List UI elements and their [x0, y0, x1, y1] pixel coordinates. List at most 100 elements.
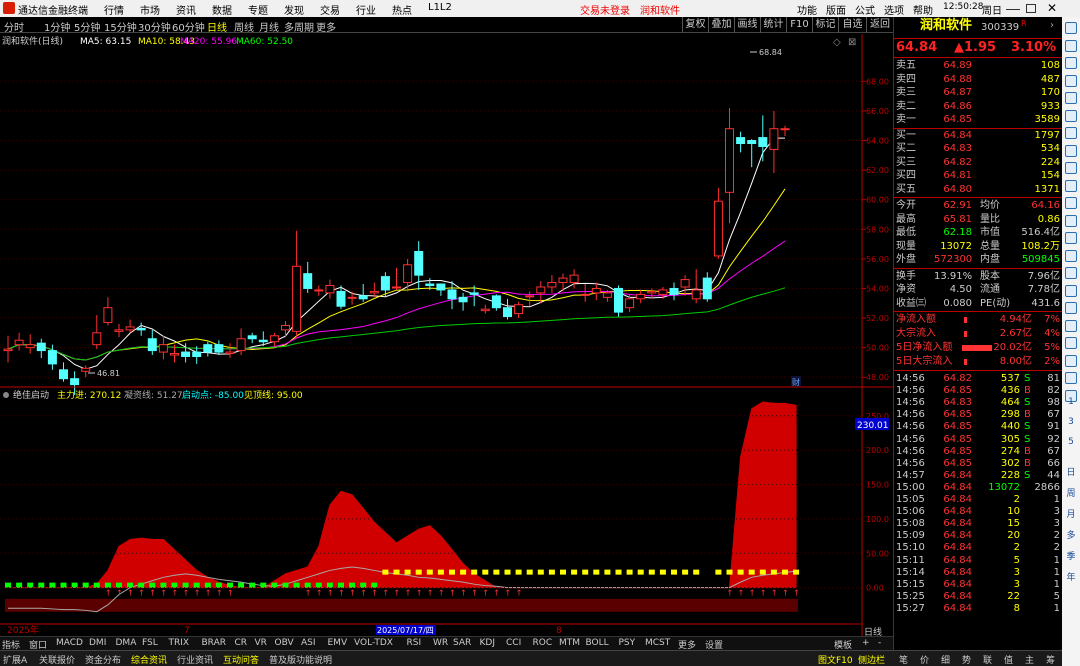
candle-body[interactable]	[358, 295, 368, 300]
candle-body[interactable]	[47, 350, 57, 365]
indicator-tab-9[interactable]: VR	[255, 638, 267, 648]
quote-tab-2[interactable]: 细	[941, 653, 950, 666]
candle-body[interactable]	[103, 307, 113, 323]
candle-body[interactable]	[691, 289, 701, 300]
indicator-tab-15[interactable]: WR	[433, 638, 448, 648]
candle-body[interactable]	[247, 335, 257, 340]
candle-body[interactable]	[636, 293, 646, 300]
candle-body[interactable]	[503, 307, 512, 318]
menu-l1l2[interactable]: L1L2	[428, 2, 452, 13]
menu-layout[interactable]: 版面	[826, 2, 846, 17]
menu-function[interactable]: 功能	[797, 2, 817, 17]
list-icon[interactable]	[1065, 127, 1077, 139]
overlay-button[interactable]: 叠加	[708, 17, 734, 33]
candle-body[interactable]	[192, 351, 202, 358]
quote-tab-6[interactable]: 主	[1025, 653, 1034, 666]
period-30min[interactable]: 30分钟	[138, 19, 171, 34]
candle-body[interactable]	[580, 293, 590, 296]
period-daily[interactable]: 日线	[207, 19, 227, 34]
forward-icon[interactable]	[1065, 39, 1077, 52]
calc-icon[interactable]	[1065, 144, 1077, 157]
candle-body[interactable]	[380, 276, 390, 291]
period-monthly[interactable]: 月线	[259, 19, 279, 34]
candle-body[interactable]	[236, 338, 246, 352]
quote-tab-3[interactable]: 势	[962, 653, 971, 666]
candle-body[interactable]	[158, 344, 168, 353]
candle-body[interactable]	[558, 277, 568, 284]
candle-body[interactable]	[525, 295, 535, 298]
bottom-link-5[interactable]: 互动问答	[223, 653, 259, 666]
bottom-link-4[interactable]: 行业资讯	[177, 653, 213, 666]
candle-body[interactable]	[70, 378, 80, 386]
candle-body[interactable]	[125, 326, 135, 331]
side-period-2[interactable]: 月	[1062, 507, 1080, 520]
candle-body[interactable]	[536, 286, 546, 294]
indicator-tab-10[interactable]: OBV	[275, 638, 294, 648]
candle-body[interactable]	[225, 351, 235, 355]
menu-help[interactable]: 帮助	[913, 2, 933, 17]
indicator-tab-11[interactable]: ASI	[301, 638, 316, 648]
watchlist-button[interactable]: 自选	[838, 17, 866, 33]
menu-industry[interactable]: 行业	[356, 2, 376, 17]
candle-body[interactable]	[3, 348, 13, 352]
candle-body[interactable]	[602, 292, 612, 298]
side-period-4[interactable]: 季	[1062, 549, 1080, 562]
candle-body[interactable]	[458, 296, 468, 303]
candle-body[interactable]	[303, 273, 313, 289]
candle-body[interactable]	[491, 295, 501, 309]
candle-body[interactable]	[136, 327, 146, 331]
quote-tab-7[interactable]: 筹	[1046, 653, 1055, 666]
candle-body[interactable]	[758, 137, 768, 147]
chart-collapse-icon[interactable]: ◇	[833, 37, 841, 48]
tab-right-2[interactable]: -	[878, 638, 881, 648]
indicator-tab-16[interactable]: SAR	[453, 638, 471, 648]
indicator-tab-14[interactable]: RSI	[407, 638, 422, 648]
indicator-tab-12[interactable]: EMV	[328, 638, 348, 648]
candle-body[interactable]	[647, 290, 657, 294]
bottom-link-2[interactable]: 资金分布	[85, 653, 121, 666]
candle-body[interactable]	[147, 338, 157, 352]
period-multi[interactable]: 多周期	[284, 19, 314, 34]
back-button[interactable]: 返回	[866, 17, 893, 33]
candle-body[interactable]	[591, 287, 601, 294]
candle-body[interactable]	[436, 283, 446, 291]
f10-button[interactable]: F10	[786, 17, 812, 33]
indicator-tab-19[interactable]: ROC	[533, 638, 553, 648]
candle-body[interactable]	[680, 279, 690, 288]
kline-chart-area[interactable]: ↑ ↑ ↑ ↑ ↑ ↑ ↑ ↑ ↑ ↑ ↑ ↑ ↑ ↑ ↑ ↑ ↑ ↑ ↑ ↑ ↑ ↑ ↑ ↑ ↑ ↑ ↑ ↑ ↑ ↑ ↑ ↑ ↑ ↑ ↑ ↑ ↑ ↑ ↑ …	[0, 34, 893, 636]
chart-close-icon[interactable]: ⊠	[848, 37, 856, 48]
candle-body[interactable]	[747, 140, 757, 145]
maximize-icon[interactable]	[1026, 4, 1036, 13]
candle-body[interactable]	[669, 287, 679, 295]
indicator-tab-2[interactable]: MACD	[56, 638, 83, 648]
back-icon[interactable]	[1065, 22, 1077, 34]
stock-link[interactable]: 润和软件	[640, 2, 680, 17]
period-weekly[interactable]: 周线	[234, 19, 254, 34]
indicator-tab-3[interactable]: DMI	[89, 638, 106, 648]
period-minute-chart[interactable]: 分时	[4, 19, 24, 34]
candle-body[interactable]	[736, 137, 746, 145]
period-5min[interactable]: 5分钟	[74, 19, 100, 34]
candle-body[interactable]	[25, 344, 35, 349]
side-num-1[interactable]: 3	[1062, 417, 1080, 427]
candle-body[interactable]	[114, 329, 124, 332]
menu-formula[interactable]: 公式	[855, 2, 875, 17]
candle-body[interactable]	[780, 128, 790, 131]
stats-button[interactable]: 统计	[760, 17, 786, 33]
candle-body[interactable]	[269, 335, 279, 343]
zoom-in-icon[interactable]	[1065, 74, 1077, 87]
indicator-tab-8[interactable]: CR	[235, 638, 248, 648]
indicator-tab-18[interactable]: CCI	[506, 638, 521, 648]
indicator-tab-23[interactable]: MCST	[645, 638, 670, 648]
menu-topic[interactable]: 专题	[248, 2, 268, 17]
side-period-1[interactable]: 周	[1062, 486, 1080, 499]
candle-body[interactable]	[480, 308, 490, 312]
period-more[interactable]: 更多	[316, 19, 336, 34]
candle-body[interactable]	[392, 286, 401, 289]
candle-body[interactable]	[569, 274, 579, 284]
menu-trade[interactable]: 交易	[320, 2, 340, 17]
candle-body[interactable]	[14, 339, 24, 346]
note-icon[interactable]	[1065, 197, 1077, 209]
quote-tab-0[interactable]: 笔	[899, 653, 908, 666]
menu-options[interactable]: 选项	[884, 2, 904, 17]
